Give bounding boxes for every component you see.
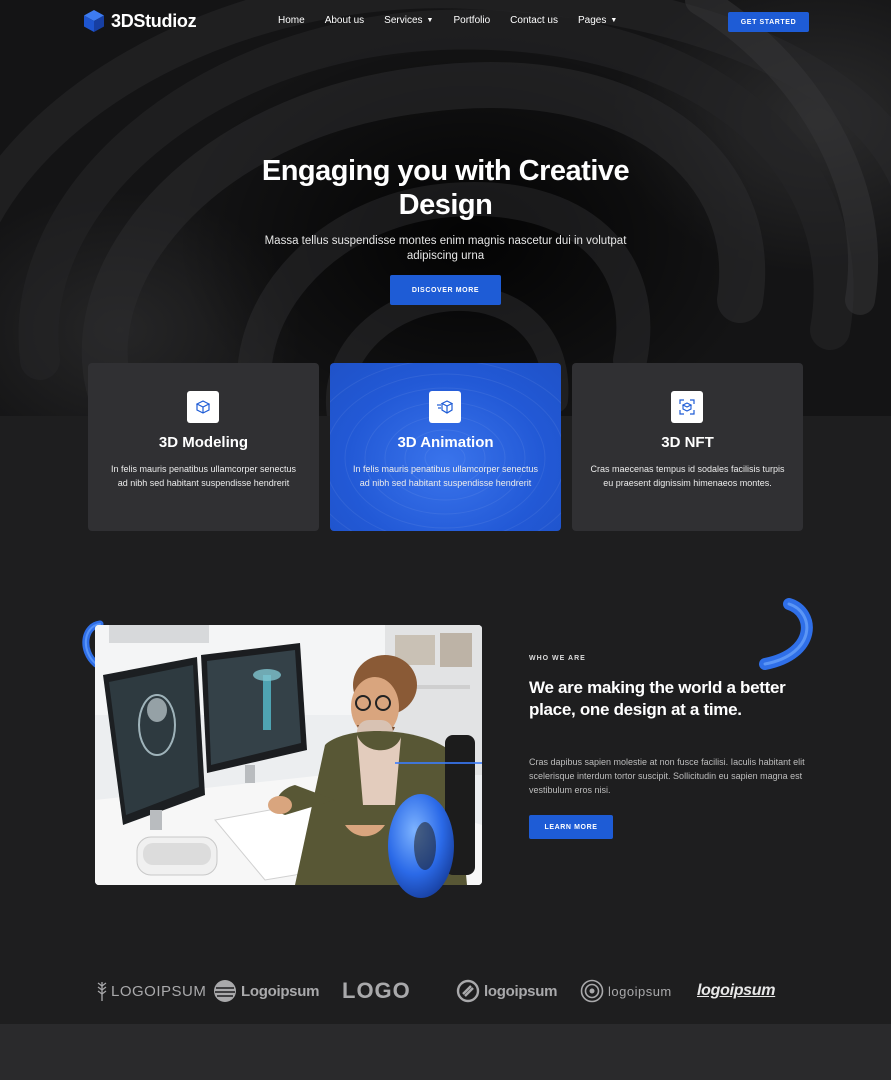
hero-section: 3DStudioz Home About us Services ▼ Portfo… [0, 0, 891, 416]
nav-item-label: Pages [577, 15, 607, 26]
partner-logo-text: LOGO [342, 978, 411, 1003]
service-description: In felis mauris penatibus ullamcorper se… [352, 464, 539, 488]
chevron-down-icon: ▼ [610, 17, 618, 24]
nav-item-label: Portfolio [453, 15, 491, 26]
partner-logos: LOGOIPSUM Logoipsum LOGO logoipsum logoi… [95, 976, 805, 1006]
partner-logo[interactable]: LOGO [342, 976, 411, 1006]
learn-more-button[interactable]: LEARN MORE [529, 815, 613, 839]
get-started-button[interactable]: GET STARTED [728, 12, 809, 32]
service-title: 3D NFT [661, 434, 714, 451]
partner-logo-text: LOGOIPSUM [111, 982, 207, 1000]
brand-name: 3DStudioz [111, 10, 197, 31]
blue-ring-decoration [759, 598, 813, 670]
globe-stripes-icon [214, 980, 236, 1002]
nav-item-about[interactable]: About us [325, 15, 364, 26]
partner-logo-text: logoipsum [608, 983, 672, 999]
service-card-3d-modeling[interactable]: 3D Modeling In felis mauris penatibus ul… [88, 363, 319, 531]
hero-subtitle: Massa tellus suspendisse montes enim mag… [264, 235, 627, 262]
nav-item-services[interactable]: Services ▼ [384, 15, 433, 26]
discover-more-button[interactable]: DISCOVER MORE [390, 275, 501, 305]
about-title: We are making the world a better place, … [529, 678, 786, 719]
nav-item-portfolio[interactable]: Portfolio [453, 15, 490, 26]
main-nav: 3DStudioz Home About us Services ▼ Portfo… [0, 0, 891, 44]
nav-item-home[interactable]: Home [278, 15, 305, 26]
moving-cube-icon [429, 391, 461, 423]
partner-logo[interactable]: logoipsum [580, 976, 672, 1006]
hero-title: Engaging you with Creative Design [261, 155, 630, 221]
partner-logo[interactable]: Logoipsum [213, 976, 319, 1006]
target-circle-icon [580, 979, 604, 1003]
service-description: In felis mauris penatibus ullamcorper se… [110, 464, 297, 488]
blue-donut-decoration [388, 794, 454, 898]
nav-item-label: Home [278, 15, 305, 26]
brand-logo[interactable]: 3DStudioz [82, 9, 197, 33]
nav-item-pages[interactable]: Pages ▼ [578, 15, 617, 26]
nav-item-label: About us [324, 15, 365, 26]
link-circle-icon [456, 979, 480, 1003]
service-description: Cras maecenas tempus id sodales facilisi… [590, 464, 785, 488]
partner-logo[interactable]: logoipsum [697, 976, 775, 1006]
nav-item-contact[interactable]: Contact us [510, 15, 558, 26]
partner-logo-text: Logoipsum [241, 982, 320, 1000]
partner-logo[interactable]: LOGOIPSUM [97, 976, 206, 1006]
nav-menu: Home About us Services ▼ Portfolio Contac… [278, 15, 637, 26]
partner-logo[interactable]: logoipsum [456, 976, 557, 1006]
partner-logo-text: logoipsum [484, 982, 558, 1000]
nav-item-label: Services [384, 15, 423, 26]
service-title: 3D Modeling [158, 434, 249, 451]
wheat-icon [97, 982, 107, 1001]
about-text: Cras dapibus sapien molestie at non fusc… [529, 757, 805, 795]
chevron-down-icon: ▼ [426, 17, 434, 24]
about-kicker: WHO WE ARE [529, 655, 586, 662]
service-card-3d-nft[interactable]: 3D NFT Cras maecenas tempus id sodales f… [572, 363, 803, 531]
nav-item-label: Contact us [510, 15, 558, 26]
scan-cube-icon [671, 391, 703, 423]
partner-logo-text: logoipsum [697, 982, 776, 999]
cube-logo-icon [84, 10, 104, 32]
next-section-band [0, 1024, 891, 1080]
service-card-3d-animation[interactable]: 3D Animation In felis mauris penatibus u… [330, 363, 561, 531]
cube-icon [187, 391, 219, 423]
service-title: 3D Animation [397, 434, 494, 451]
